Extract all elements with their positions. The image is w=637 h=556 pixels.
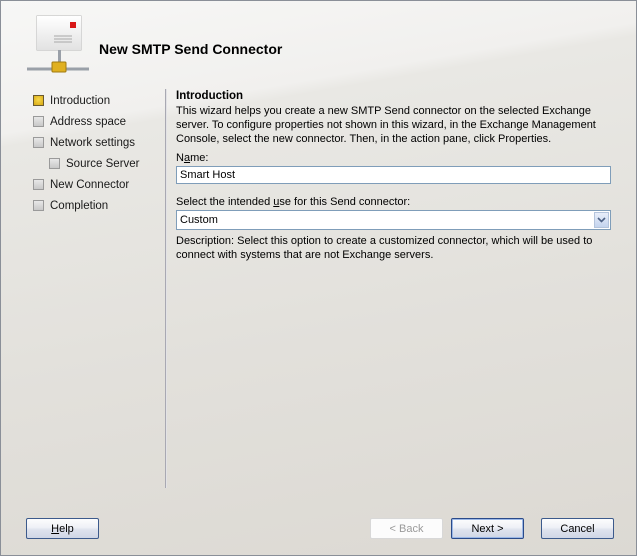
step-address-space: Address space [33, 111, 163, 132]
name-label-part: me: [190, 152, 209, 164]
step-completion: Completion [33, 195, 163, 216]
intro-text: This wizard helps you create a new SMTP … [176, 105, 596, 145]
intended-use-label: Select the intended use for this Send co… [176, 196, 611, 208]
step-introduction: Introduction [33, 90, 163, 111]
step-active-icon [33, 95, 44, 106]
cancel-button[interactable]: Cancel [541, 518, 614, 539]
step-pending-icon [33, 179, 44, 190]
step-label: Address space [50, 115, 127, 128]
step-label: Source Server [66, 157, 140, 170]
step-source-server: Source Server [33, 153, 163, 174]
help-label: elp [59, 523, 74, 535]
step-label: Network settings [50, 136, 136, 149]
step-label: Introduction [50, 94, 111, 107]
step-label: New Connector [50, 178, 130, 191]
chevron-down-icon [597, 217, 606, 223]
wizard-content: Introduction This wizard helps you creat… [176, 90, 611, 262]
intended-use-value: Custom [180, 214, 218, 226]
wizard-header: New SMTP Send Connector [1, 1, 636, 83]
name-input[interactable]: Smart Host [176, 166, 611, 184]
step-pending-icon [49, 158, 60, 169]
step-network-settings: Network settings [33, 132, 163, 153]
section-title: Introduction [176, 90, 244, 102]
back-button[interactable]: < Back [370, 518, 443, 539]
step-pending-icon [33, 116, 44, 127]
step-pending-icon [33, 200, 44, 211]
wizard-title: New SMTP Send Connector [99, 41, 283, 57]
use-label-part: se for this Send connector: [279, 196, 411, 208]
dropdown-button[interactable] [594, 212, 609, 228]
use-label-part: Select the intended [176, 196, 274, 208]
intended-use-select[interactable]: Custom [176, 210, 611, 230]
name-label-part: N [176, 152, 184, 164]
intended-use-description: Description: Select this option to creat… [176, 235, 593, 261]
step-new-connector: New Connector [33, 174, 163, 195]
help-button[interactable]: Help [26, 518, 99, 539]
step-pending-icon [33, 137, 44, 148]
wizard-window: New SMTP Send Connector Introduction Add… [0, 0, 637, 556]
next-button[interactable]: Next > [451, 518, 524, 539]
help-mnemonic: H [51, 523, 60, 535]
wizard-steps-nav: Introduction Address space Network setti… [33, 90, 163, 216]
name-input-value: Smart Host [180, 169, 236, 181]
mail-connector-icon [25, 13, 91, 79]
name-label: Name: [176, 152, 611, 164]
panel-divider [165, 89, 167, 488]
step-label: Completion [50, 199, 109, 212]
